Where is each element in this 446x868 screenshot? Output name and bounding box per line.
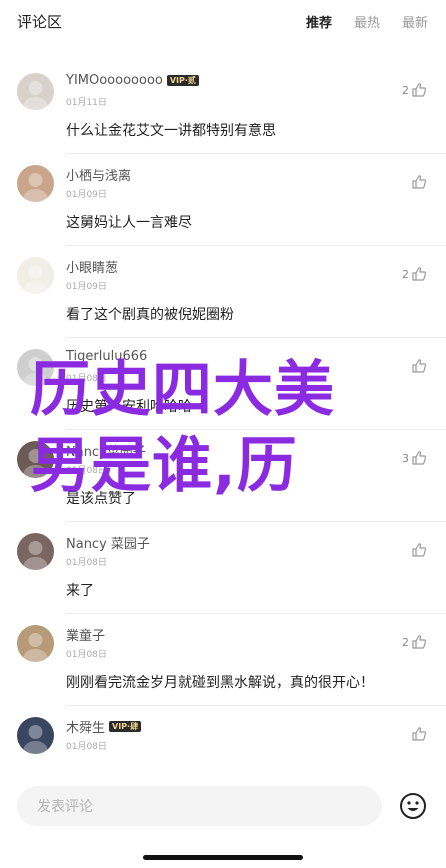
comment-input-wrapper xyxy=(17,786,382,828)
thumbs-up-icon xyxy=(411,542,427,558)
comment-date: 01月09日 xyxy=(66,190,107,200)
comment-nickname[interactable]: 小眼睛葱 xyxy=(66,257,118,276)
comment-text: 这舅妈让人一言难尽 xyxy=(66,215,192,231)
comment-item[interactable]: 業童子 01月08日刚刚看完流金岁月就碰到黑水解说，真的很开心！ 2 xyxy=(0,614,446,706)
page-title: 评论区 xyxy=(17,13,63,31)
like-count: 2 xyxy=(402,83,409,97)
sort-tabs: 推荐 最热 最新 xyxy=(306,12,428,31)
home-indicator xyxy=(143,855,303,860)
vip-badge: VIP·肆 xyxy=(109,721,142,732)
comment-text: 刚刚看完流金岁月就碰到黑水解说，真的很开心！ xyxy=(66,675,374,691)
comment-nickname[interactable]: Nancy 菜园子 xyxy=(66,533,150,552)
like-button[interactable] xyxy=(409,726,427,742)
overlay-line-1: 历史四大美 xyxy=(30,355,335,425)
thumbs-up-icon xyxy=(411,726,427,742)
comment-text: 看了这个剧真的被倪妮圈粉 xyxy=(66,307,234,323)
like-count: 2 xyxy=(402,267,409,281)
comment-nickname[interactable]: 小栖与浅离 xyxy=(66,165,131,184)
comment-nickname-row: YIMOoooooooo VIP·贰 xyxy=(66,73,199,88)
comment-nickname-row: 木舜生 VIP·肆 xyxy=(66,717,142,736)
avatar[interactable] xyxy=(17,717,54,754)
like-button[interactable] xyxy=(409,542,427,558)
comment-nickname-row: Nancy 菜园子 xyxy=(66,533,150,552)
comment-nickname-row: 小栖与浅离 xyxy=(66,165,131,184)
comment-nickname-row: 小眼睛葱 xyxy=(66,257,118,276)
smiley-icon[interactable] xyxy=(399,792,427,820)
comment-date: 01月08日 xyxy=(66,558,107,568)
comment-date: 01月08日 xyxy=(66,650,107,660)
like-count: 2 xyxy=(402,635,409,649)
comment-nickname[interactable]: YIMOoooooooo xyxy=(66,73,163,88)
vip-badge: VIP·贰 xyxy=(166,75,199,86)
like-button[interactable]: 2 xyxy=(402,82,427,98)
like-button[interactable]: 2 xyxy=(402,634,427,650)
avatar[interactable] xyxy=(17,533,54,570)
comment-item[interactable]: 小栖与浅离 01月09日这舅妈让人一言难尽 xyxy=(0,154,446,246)
comment-text: 什么让金花艾文一讲都特别有意思 xyxy=(66,123,276,139)
avatar[interactable] xyxy=(17,165,54,202)
thumbs-up-icon xyxy=(411,174,427,190)
like-button[interactable]: 2 xyxy=(402,266,427,282)
thumbs-up-icon xyxy=(411,82,427,98)
avatar[interactable] xyxy=(17,257,54,294)
avatar[interactable] xyxy=(17,73,54,110)
comment-date: 01月08日 xyxy=(66,742,107,752)
tab-newest[interactable]: 最新 xyxy=(402,12,428,31)
comment-item[interactable]: 小眼睛葱 01月09日看了这个剧真的被倪妮圈粉 2 xyxy=(0,246,446,338)
comment-nickname[interactable]: 木舜生 xyxy=(66,717,105,736)
avatar[interactable] xyxy=(17,625,54,662)
comment-item[interactable]: Nancy 菜园子 01月08日来了 xyxy=(0,522,446,614)
comment-nickname-row: 業童子 xyxy=(66,625,105,644)
comment-nickname[interactable]: 業童子 xyxy=(66,625,105,644)
comment-input[interactable] xyxy=(35,786,359,828)
comment-text: 来了 xyxy=(66,583,94,599)
comment-input-bar xyxy=(0,778,446,836)
tab-hottest[interactable]: 最热 xyxy=(354,12,380,31)
overlay-title: 历史四大美 男是谁,历 xyxy=(30,352,440,504)
comments-header: 评论区 推荐 最热 最新 xyxy=(0,0,446,44)
comment-item[interactable]: YIMOoooooooo VIP·贰 01月11日什么让金花艾文一讲都特别有意思 2 xyxy=(0,62,446,154)
tab-recommended[interactable]: 推荐 xyxy=(306,12,332,31)
thumbs-up-icon xyxy=(411,266,427,282)
like-button[interactable] xyxy=(409,174,427,190)
comment-date: 01月09日 xyxy=(66,282,107,292)
comment-date: 01月11日 xyxy=(66,98,107,108)
overlay-line-2: 男是谁,历 xyxy=(30,431,298,501)
thumbs-up-icon xyxy=(411,634,427,650)
